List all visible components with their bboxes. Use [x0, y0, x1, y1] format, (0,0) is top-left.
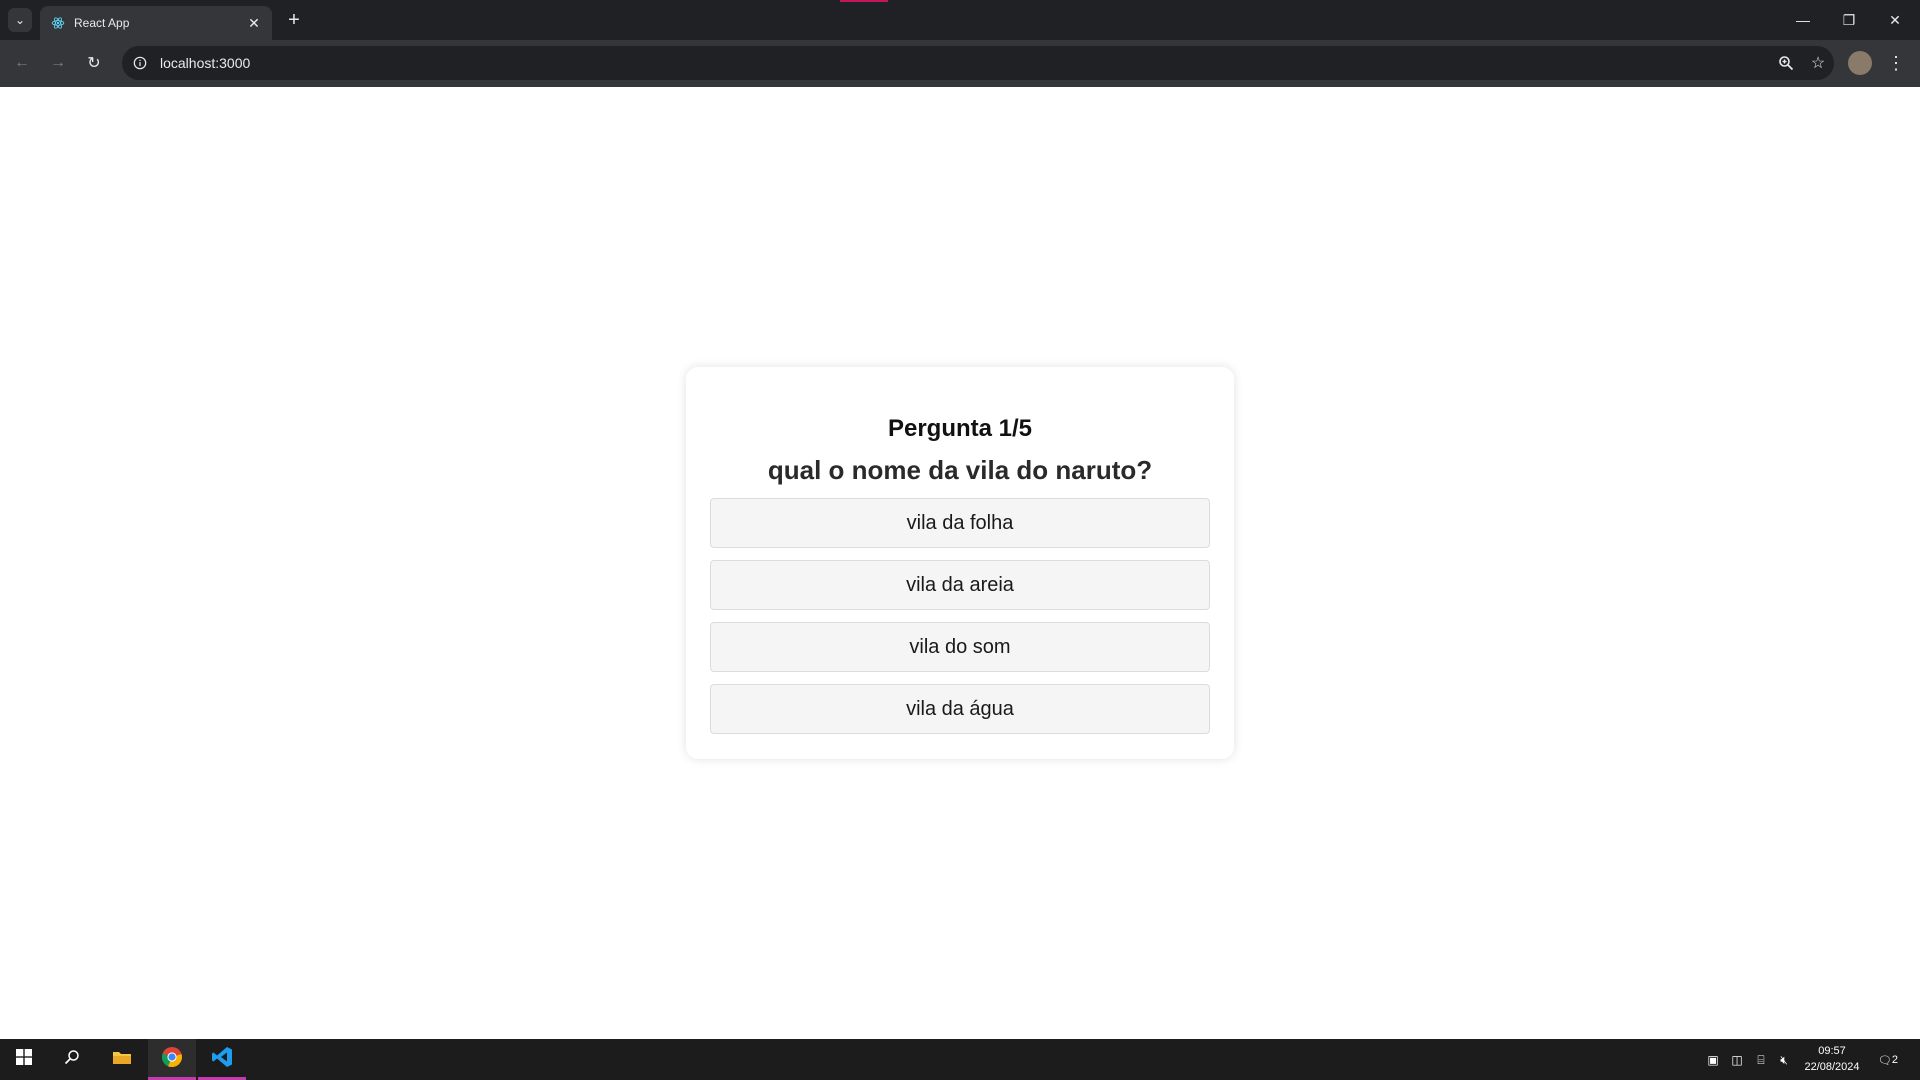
answer-button[interactable]: vila da água	[710, 684, 1210, 734]
url-text: localhost:3000	[160, 55, 251, 71]
taskbar: ▣ ◫ ⌸ 🔇︎ 09:57 22/08/2024 🗨︎ 2	[0, 1039, 1920, 1080]
answer-list: vila da folha vila da areia vila do som …	[710, 498, 1210, 734]
network-icon[interactable]: ⌸	[1752, 1051, 1770, 1069]
reload-icon: ↻	[87, 55, 101, 72]
window-accent-strip	[840, 0, 888, 2]
site-info-icon[interactable]	[132, 55, 148, 71]
search-icon	[64, 1049, 80, 1070]
browser-toolbar: ← → ↻ localhost:3000 ☆ ⋮	[0, 40, 1920, 88]
tab-title: React App	[74, 16, 130, 30]
notification-icon: 🗨︎	[1877, 1054, 1892, 1067]
browser-tab-bar: ⌄ React App ✕ + — ❐ ✕	[0, 0, 1920, 40]
question-text: qual o nome da vila do naruto?	[767, 455, 1153, 485]
forward-button[interactable]: →	[46, 51, 70, 75]
arrow-right-icon: →	[50, 54, 66, 71]
notification-center-button[interactable]: 🗨︎ 2	[1876, 1049, 1900, 1071]
meet-now-icon[interactable]: ◫	[1728, 1051, 1746, 1069]
vscode-icon	[211, 1046, 233, 1073]
reload-button[interactable]: ↻	[82, 51, 106, 75]
chevron-down-icon: ⌄	[14, 13, 26, 27]
notification-count: 2	[1891, 1054, 1899, 1066]
system-clock[interactable]: 09:57 22/08/2024	[1790, 1043, 1874, 1077]
back-button[interactable]: ←	[10, 51, 34, 75]
bookmark-star-icon[interactable]: ☆	[1802, 47, 1834, 79]
address-bar[interactable]: localhost:3000 ☆	[122, 46, 1834, 80]
chrome-icon	[161, 1046, 183, 1073]
answer-button[interactable]: vila da areia	[710, 560, 1210, 610]
clock-time: 09:57	[1818, 1045, 1846, 1057]
tab-search-button[interactable]: ⌄	[8, 8, 32, 32]
windows-icon	[16, 1049, 32, 1070]
answer-button[interactable]: vila da folha	[710, 498, 1210, 548]
question-counter: Pergunta 1/5	[887, 415, 1033, 442]
taskbar-chrome[interactable]	[148, 1039, 196, 1080]
restore-button[interactable]: ❐	[1826, 0, 1872, 40]
start-button[interactable]	[0, 1039, 48, 1080]
tab-close-icon[interactable]: ✕	[244, 13, 264, 33]
browser-tab[interactable]: React App ✕	[40, 6, 272, 40]
taskbar-search-button[interactable]	[48, 1039, 96, 1080]
more-menu-icon[interactable]: ⋮	[1884, 51, 1908, 75]
react-icon	[50, 15, 66, 31]
close-window-button[interactable]: ✕	[1872, 0, 1918, 40]
network-warning-icon[interactable]: ▣	[1704, 1051, 1722, 1069]
folder-icon	[112, 1049, 132, 1070]
page-viewport: Pergunta 1/5 qual o nome da vila do naru…	[0, 87, 1920, 1039]
quiz-card: Pergunta 1/5 qual o nome da vila do naru…	[686, 367, 1234, 759]
taskbar-vscode[interactable]	[198, 1039, 246, 1080]
new-tab-button[interactable]: +	[282, 8, 306, 32]
minimize-button[interactable]: —	[1780, 0, 1826, 40]
zoom-icon[interactable]	[1770, 47, 1802, 79]
arrow-left-icon: ←	[14, 54, 30, 71]
answer-button[interactable]: vila do som	[710, 622, 1210, 672]
taskbar-file-explorer[interactable]	[98, 1039, 146, 1080]
clock-date: 22/08/2024	[1804, 1061, 1860, 1073]
profile-avatar[interactable]	[1848, 51, 1872, 75]
